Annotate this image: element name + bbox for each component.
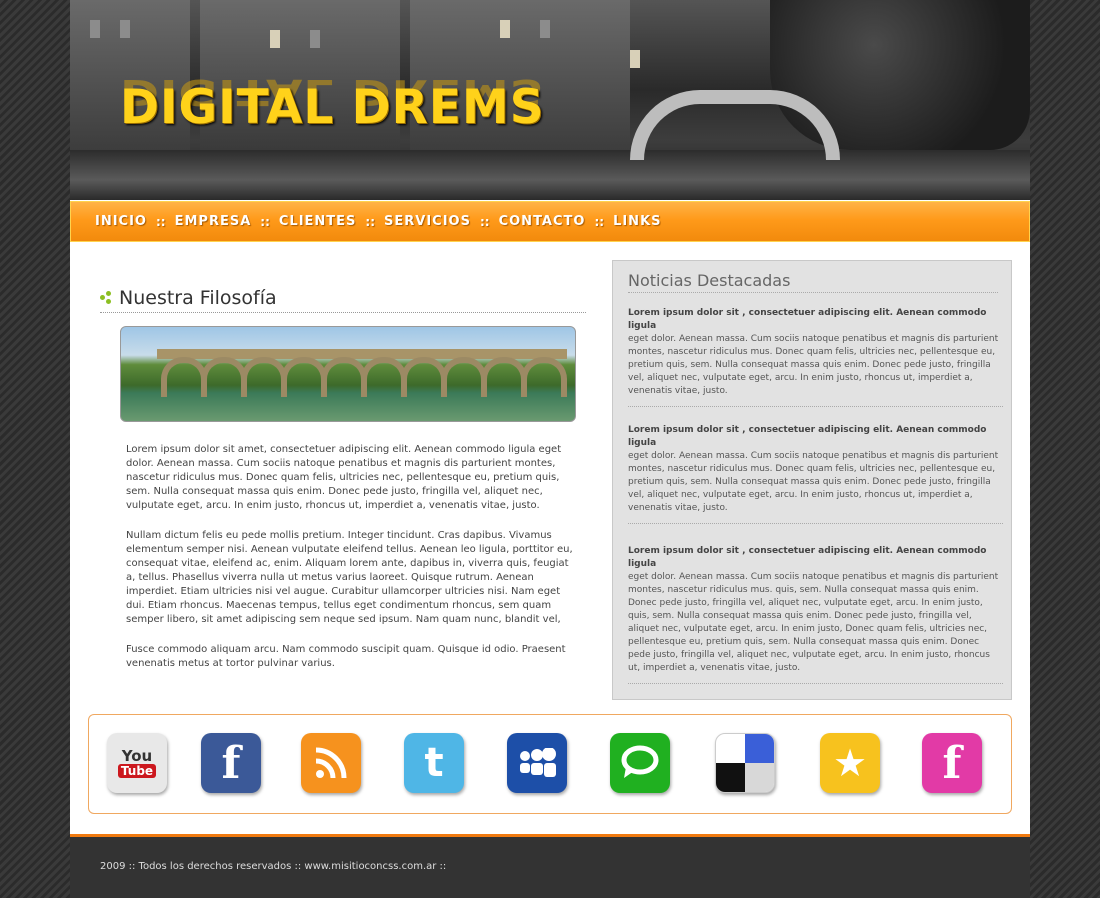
delicious-icon[interactable]	[715, 733, 775, 793]
main-nav: INICIO :: EMPRESA :: CLIENTES :: SERVICI…	[70, 201, 1030, 242]
page-container: DIGITAL DREMS DIGITAL DREMS INICIO :: EM…	[70, 0, 1030, 898]
site-logo[interactable]: DIGITAL DREMS	[120, 80, 545, 135]
bridge-photo	[120, 326, 576, 422]
nav-item-links[interactable]: LINKS	[613, 214, 661, 229]
news-item-body: eget dolor. Aenean massa. Cum sociis nat…	[628, 334, 999, 396]
nav-separator: ::	[594, 214, 605, 229]
footer-copyright: 2009 :: Todos los derechos reservados ::…	[100, 861, 447, 872]
nav-item-inicio[interactable]: INICIO	[95, 214, 147, 229]
header-window	[500, 20, 510, 38]
header-window	[270, 30, 280, 48]
technorati-icon[interactable]	[610, 733, 670, 793]
philosophy-paragraph: Lorem ipsum dolor sit amet, consectetuer…	[126, 444, 562, 511]
philosophy-paragraph: Nullam dictum felis eu pede mollis preti…	[126, 530, 573, 625]
footer: 2009 :: Todos los derechos reservados ::…	[70, 834, 1030, 898]
header-window	[310, 30, 320, 48]
news-item: Lorem ipsum dolor sit , consectetuer adi…	[628, 424, 1003, 524]
youtube-icon[interactable]: You Tube	[107, 733, 167, 793]
nav-separator: ::	[260, 214, 270, 229]
header-window	[120, 20, 130, 38]
news-item-lead[interactable]: Lorem ipsum dolor sit , consectetuer adi…	[628, 308, 986, 331]
philosophy-title: Nuestra Filosofía	[119, 287, 277, 309]
myspace-icon[interactable]	[507, 733, 567, 793]
nav-separator: ::	[155, 214, 166, 229]
news-item-body: eget dolor. Aenean massa. Cum sociis nat…	[628, 572, 999, 673]
news-item-body: eget dolor. Aenean massa. Cum sociis nat…	[628, 451, 999, 513]
philosophy-heading: Nuestra Filosofía	[100, 284, 586, 313]
rss-icon[interactable]	[301, 733, 361, 793]
header-banner: DIGITAL DREMS DIGITAL DREMS	[70, 0, 1030, 200]
news-item-lead[interactable]: Lorem ipsum dolor sit , consectetuer adi…	[628, 425, 986, 448]
header-window	[90, 20, 100, 38]
news-item: Lorem ipsum dolor sit , consectetuer adi…	[628, 545, 1003, 684]
nav-separator: ::	[479, 214, 490, 229]
philosophy-paragraph: Fusce commodo aliquam arcu. Nam commodo …	[126, 644, 566, 669]
news-title: Noticias Destacadas	[628, 271, 998, 293]
social-bar: You Tube f t ★ f	[88, 714, 1012, 814]
facebook-pink-icon[interactable]: f	[922, 733, 982, 793]
bullet-dots-icon	[100, 291, 114, 305]
nav-item-clientes[interactable]: CLIENTES	[279, 214, 357, 229]
twitter-icon[interactable]: t	[404, 733, 464, 793]
news-item: Lorem ipsum dolor sit , consectetuer adi…	[628, 307, 1003, 407]
news-panel: Noticias Destacadas Lorem ipsum dolor si…	[612, 260, 1012, 700]
favorites-star-icon[interactable]: ★	[820, 733, 880, 793]
header-canal	[70, 150, 1030, 200]
nav-separator: ::	[365, 214, 376, 229]
facebook-icon[interactable]: f	[201, 733, 261, 793]
news-item-lead[interactable]: Lorem ipsum dolor sit , consectetuer adi…	[628, 546, 986, 569]
nav-item-servicios[interactable]: SERVICIOS	[384, 214, 471, 229]
header-window	[630, 50, 640, 68]
header-window	[540, 20, 550, 38]
nav-item-contacto[interactable]: CONTACTO	[499, 214, 586, 229]
nav-item-empresa[interactable]: EMPRESA	[175, 214, 252, 229]
